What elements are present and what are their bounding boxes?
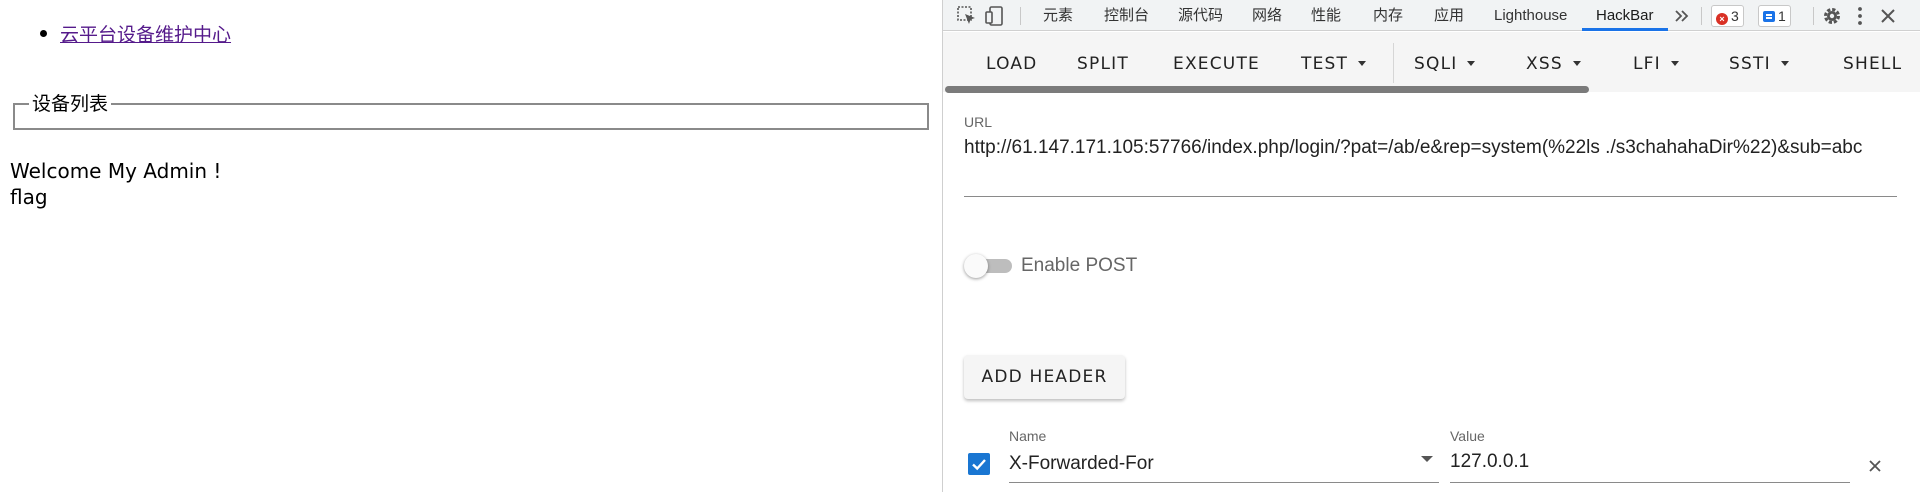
toolbar-separator: [1813, 7, 1814, 25]
lfi-menu-button[interactable]: LFI: [1633, 49, 1679, 79]
url-label: URL: [964, 114, 993, 130]
chevron-down-icon: [1467, 61, 1476, 66]
tab-hackbar[interactable]: HackBar: [1582, 0, 1667, 31]
command-output: flag: [10, 185, 48, 209]
welcome-message: Welcome My Admin !: [10, 159, 222, 183]
lfi-label: LFI: [1633, 54, 1661, 74]
chevron-down-icon: [1670, 61, 1679, 66]
add-header-button[interactable]: ADD HEADER: [964, 355, 1125, 399]
shell-button[interactable]: SHELL: [1843, 49, 1902, 79]
list-bullet: [40, 30, 47, 37]
device-list-legend: 设备列表: [32, 93, 109, 115]
header-name-label: Name: [1009, 428, 1047, 444]
error-count-badge[interactable]: × 3: [1711, 5, 1744, 27]
header-name-underline: [1009, 482, 1439, 483]
menu-divider: [1393, 43, 1394, 83]
message-count-badge[interactable]: 1: [1758, 5, 1791, 27]
execute-button[interactable]: EXECUTE: [1173, 49, 1260, 79]
sqli-menu-button[interactable]: SQLI: [1414, 49, 1476, 79]
toolbar-separator: [1701, 7, 1702, 25]
toolbar-separator: [1020, 7, 1021, 25]
ssti-menu-button[interactable]: SSTI: [1729, 49, 1789, 79]
test-menu-button[interactable]: TEST: [1301, 49, 1367, 79]
message-icon: [1763, 11, 1775, 22]
web-page: 云平台设备维护中心 设备列表 Welcome My Admin ! flag: [0, 0, 942, 492]
xss-menu-button[interactable]: XSS: [1526, 49, 1581, 79]
url-underline: [964, 196, 1897, 197]
message-count: 1: [1778, 8, 1786, 24]
inspect-element-icon[interactable]: [955, 4, 979, 28]
load-button[interactable]: LOAD: [986, 49, 1037, 79]
tab-console[interactable]: 控制台: [1104, 0, 1149, 31]
device-toolbar-icon[interactable]: [983, 4, 1007, 28]
devtools-panel: 元素 控制台 源代码 网络 性能 内存 应用 Lighthouse HackBa…: [942, 0, 1920, 492]
split-button[interactable]: SPLIT: [1077, 49, 1129, 79]
tab-application[interactable]: 应用: [1434, 0, 1464, 31]
more-tabs-icon[interactable]: [1670, 4, 1694, 28]
enable-post-label: Enable POST: [1021, 255, 1138, 276]
header-name-input[interactable]: X-Forwarded-For: [1009, 453, 1154, 475]
tab-network[interactable]: 网络: [1252, 0, 1282, 31]
chevron-down-icon: [1572, 61, 1581, 66]
tab-lighthouse[interactable]: Lighthouse: [1494, 0, 1567, 31]
header-enabled-checkbox[interactable]: [968, 453, 990, 475]
error-icon: ×: [1716, 13, 1728, 25]
ssti-label: SSTI: [1729, 54, 1771, 74]
error-count: 3: [1731, 8, 1739, 24]
hackbar-menu: LOAD SPLIT EXECUTE TEST SQLI XSS LFI SST…: [943, 32, 1920, 92]
tab-memory[interactable]: 内存: [1373, 0, 1403, 31]
maintenance-center-link[interactable]: 云平台设备维护中心: [60, 24, 231, 46]
nav-list-item: 云平台设备维护中心: [40, 20, 231, 47]
tab-elements[interactable]: 元素: [1043, 0, 1073, 31]
sqli-label: SQLI: [1414, 54, 1458, 74]
kebab-menu-icon[interactable]: [1848, 4, 1872, 28]
devtools-toolbar: 元素 控制台 源代码 网络 性能 内存 应用 Lighthouse HackBa…: [943, 0, 1920, 31]
close-icon[interactable]: [1876, 4, 1900, 28]
header-value-label: Value: [1450, 428, 1485, 444]
chevron-down-icon: [1358, 61, 1367, 66]
toggle-thumb: [964, 254, 988, 278]
tab-performance[interactable]: 性能: [1311, 0, 1341, 31]
header-value-underline: [1450, 482, 1850, 483]
settings-icon[interactable]: [1820, 4, 1844, 28]
xss-label: XSS: [1526, 54, 1563, 74]
checkmark-icon: [972, 459, 986, 471]
header-name-dropdown-icon[interactable]: [1421, 456, 1433, 462]
tab-sources[interactable]: 源代码: [1178, 0, 1223, 31]
enable-post-toggle[interactable]: [964, 254, 1016, 278]
device-list-fieldset: 设备列表: [13, 94, 929, 130]
remove-header-icon[interactable]: [1865, 456, 1885, 476]
header-value-input[interactable]: 127.0.0.1: [1450, 451, 1529, 473]
horizontal-scrollbar[interactable]: [945, 86, 1589, 93]
chevron-down-icon: [1780, 61, 1789, 66]
test-label: TEST: [1301, 54, 1349, 74]
url-input[interactable]: http://61.147.171.105:57766/index.php/lo…: [964, 130, 1899, 166]
